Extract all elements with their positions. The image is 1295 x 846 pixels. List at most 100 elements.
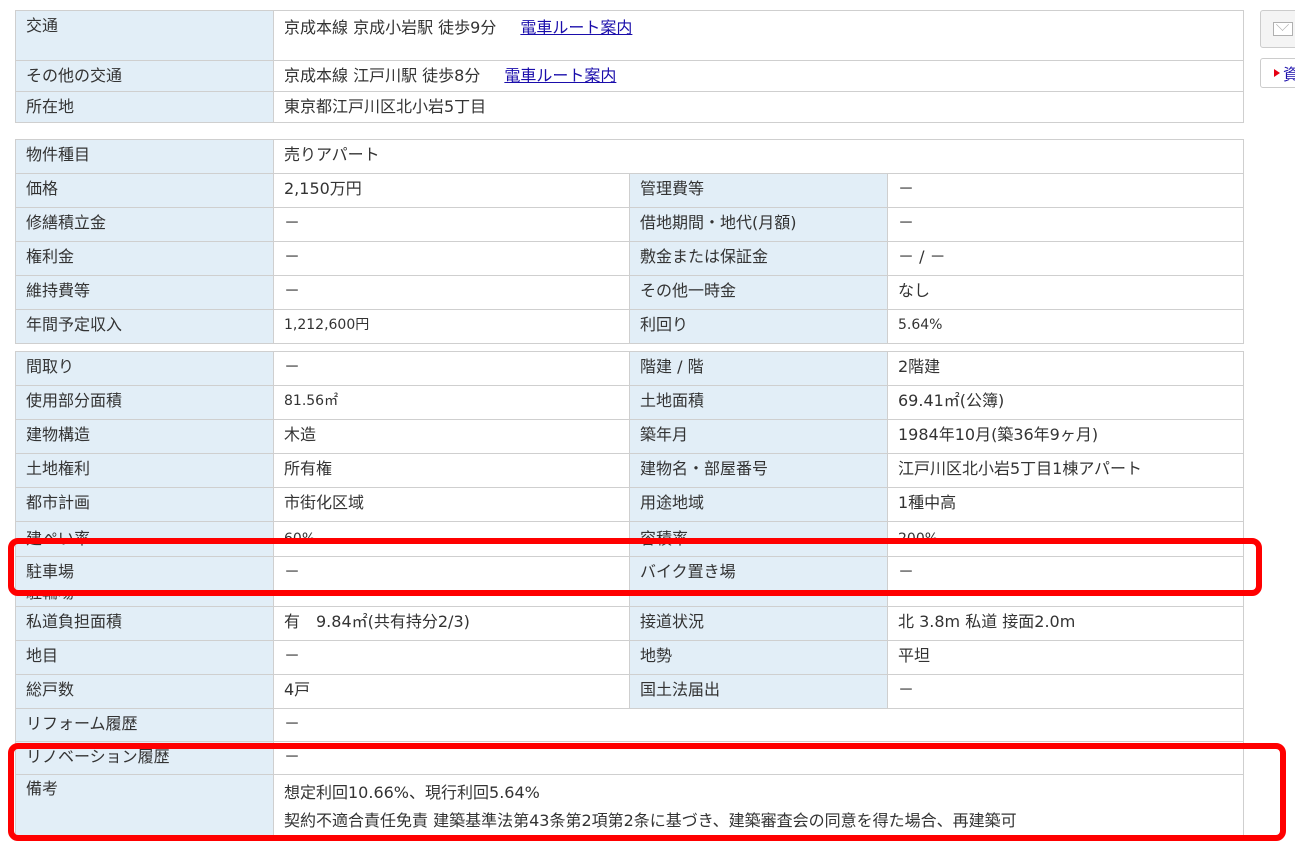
side-link-label: 資 — [1283, 65, 1295, 84]
mail-button[interactable] — [1260, 10, 1295, 48]
bicycle-parking-value: － — [273, 590, 630, 607]
transport-value: 京成本線 京成小岩駅 徒歩9分 — [284, 18, 497, 37]
table-row: 交通 京成本線 京成小岩駅 徒歩9分 電車ルート案内 — [15, 10, 1244, 61]
price-label: 価格 — [15, 173, 274, 208]
other-transport-label: その他の交通 — [15, 60, 274, 92]
units-label: 総戸数 — [15, 674, 274, 709]
deposit-label: 敷金または保証金 — [629, 241, 888, 276]
bicycle-parking-label: 駐輪場 — [15, 590, 274, 607]
structure-label: 建物構造 — [15, 419, 274, 454]
city-plan-label: 都市計画 — [15, 487, 274, 522]
mgmt-fee-value: － — [887, 173, 1244, 208]
far-label: 容積率 — [629, 521, 888, 557]
remarks-label: 備考 — [15, 774, 274, 839]
leasehold-value: － — [887, 207, 1244, 242]
table-row: 備考 想定利回10.66%、現行利回5.64% 契約不適合責任免責 建築基準法第… — [15, 774, 1244, 839]
coverage-label: 建ぺい率 — [15, 521, 274, 557]
table-row: 間取り － 階建 / 階 2階建 — [15, 351, 1244, 386]
address-value: 東京都江戸川区北小岩5丁目 — [273, 91, 1244, 123]
annual-income-label: 年間予定収入 — [15, 309, 274, 344]
land-act-label: 国土法届出 — [629, 674, 888, 709]
terrain-value: 平坦 — [887, 640, 1244, 675]
side-link-button[interactable]: 資 — [1260, 58, 1295, 88]
built-date-value: 1984年10月(築36年9ヶ月) — [887, 419, 1244, 454]
land-right-value: 所有権 — [273, 453, 630, 488]
type-label: 物件種目 — [15, 139, 274, 174]
repair-reserve-value: － — [273, 207, 630, 242]
table-row: 地目 － 地勢 平坦 — [15, 640, 1244, 675]
table-row: 維持費等 － その他一時金 なし — [15, 275, 1244, 310]
units-value: 4戸 — [273, 674, 630, 709]
layout-label: 間取り — [15, 351, 274, 386]
built-date-label: 築年月 — [629, 419, 888, 454]
mgmt-fee-label: 管理費等 — [629, 173, 888, 208]
structure-value: 木造 — [273, 419, 630, 454]
address-label: 所在地 — [15, 91, 274, 123]
renovation-history-label: リノベーション履歴 — [15, 741, 274, 775]
transport-label: 交通 — [15, 10, 274, 61]
repair-reserve-label: 修繕積立金 — [15, 207, 274, 242]
mail-icon — [1273, 22, 1293, 36]
bike-parking-label: バイク置き場 — [629, 556, 888, 591]
empty-label — [629, 590, 888, 607]
building-name-label: 建物名・部屋番号 — [629, 453, 888, 488]
table-row: 物件種目 売りアパート — [15, 139, 1244, 174]
table-row: 駐車場 － バイク置き場 － — [15, 556, 1244, 591]
coverage-value: 60% — [273, 521, 630, 557]
maintenance-label: 維持費等 — [15, 275, 274, 310]
layout-value: － — [273, 351, 630, 386]
city-plan-value: 市街化区域 — [273, 487, 630, 522]
annual-income-value: 1,212,600円 — [273, 309, 630, 344]
leasehold-label: 借地期間・地代(月額) — [629, 207, 888, 242]
other-transport-cell: 京成本線 江戸川駅 徒歩8分 電車ルート案内 — [273, 60, 1244, 92]
table-row: 駐輪場 － — [15, 590, 1244, 607]
table-row: 価格 2,150万円 管理費等 － — [15, 173, 1244, 208]
floor-area-label: 使用部分面積 — [15, 385, 274, 420]
table-row: その他の交通 京成本線 江戸川駅 徒歩8分 電車ルート案内 — [15, 60, 1244, 92]
bike-parking-value: － — [887, 556, 1244, 591]
onetime-fee-value: なし — [887, 275, 1244, 310]
road-access-label: 接道状況 — [629, 606, 888, 641]
details-table: 間取り － 階建 / 階 2階建 使用部分面積 81.56㎡ 土地面積 69.4… — [15, 351, 1244, 839]
table-row: 都市計画 市街化区域 用途地域 1種中高 — [15, 487, 1244, 522]
table-row: 私道負担面積 有 9.84㎡(共有持分2/3) 接道状況 北 3.8m 私道 接… — [15, 606, 1244, 641]
table-row: 年間予定収入 1,212,600円 利回り 5.64% — [15, 309, 1244, 344]
reform-history-value: － — [273, 708, 1244, 742]
table-row: 建ぺい率 60% 容積率 200% — [15, 521, 1244, 557]
private-road-value: 有 9.84㎡(共有持分2/3) — [273, 606, 630, 641]
table-row: 所在地 東京都江戸川区北小岩5丁目 — [15, 91, 1244, 123]
land-area-value: 69.41㎡(公簿) — [887, 385, 1244, 420]
transport-cell: 京成本線 京成小岩駅 徒歩9分 電車ルート案内 — [273, 10, 1244, 61]
train-route-link[interactable]: 電車ルート案内 — [520, 18, 632, 37]
zoning-label: 用途地域 — [629, 487, 888, 522]
maintenance-value: － — [273, 275, 630, 310]
yield-label: 利回り — [629, 309, 888, 344]
table-row: 使用部分面積 81.56㎡ 土地面積 69.41㎡(公簿) — [15, 385, 1244, 420]
table-row: 権利金 － 敷金または保証金 － / － — [15, 241, 1244, 276]
land-category-label: 地目 — [15, 640, 274, 675]
other-train-route-link[interactable]: 電車ルート案内 — [504, 66, 616, 85]
access-table: 交通 京成本線 京成小岩駅 徒歩9分 電車ルート案内 その他の交通 京成本線 江戸… — [15, 10, 1244, 123]
yield-value: 5.64% — [887, 309, 1244, 344]
floors-value: 2階建 — [887, 351, 1244, 386]
price-table: 物件種目 売りアパート 価格 2,150万円 管理費等 － 修繕積立金 － 借地… — [15, 139, 1244, 344]
deposit-value: － / － — [887, 241, 1244, 276]
parking-label: 駐車場 — [15, 556, 274, 591]
terrain-label: 地勢 — [629, 640, 888, 675]
private-road-label: 私道負担面積 — [15, 606, 274, 641]
onetime-fee-label: その他一時金 — [629, 275, 888, 310]
key-money-label: 権利金 — [15, 241, 274, 276]
land-area-label: 土地面積 — [629, 385, 888, 420]
type-value: 売りアパート — [273, 139, 1244, 174]
other-transport-value: 京成本線 江戸川駅 徒歩8分 — [284, 66, 481, 85]
far-value: 200% — [887, 521, 1244, 557]
remarks-line-1: 想定利回10.66%、現行利回5.64% — [284, 783, 540, 802]
renovation-history-value: － — [273, 741, 1244, 775]
building-name-value: 江戸川区北小岩5丁目1棟アパート — [887, 453, 1244, 488]
table-row: リフォーム履歴 － — [15, 708, 1244, 742]
triangle-right-icon — [1274, 69, 1280, 77]
table-row: 総戸数 4戸 国土法届出 － — [15, 674, 1244, 709]
parking-value: － — [273, 556, 630, 591]
table-row: 土地権利 所有権 建物名・部屋番号 江戸川区北小岩5丁目1棟アパート — [15, 453, 1244, 488]
reform-history-label: リフォーム履歴 — [15, 708, 274, 742]
